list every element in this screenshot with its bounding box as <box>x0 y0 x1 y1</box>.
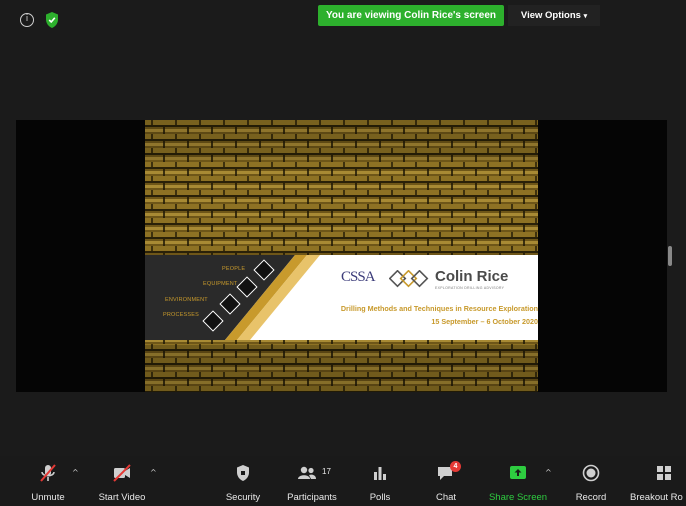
colin-rice-rings-logo <box>389 270 429 288</box>
chat-label: Chat <box>435 492 457 503</box>
pillar-environment: ENVIRONMENT <box>165 297 208 303</box>
security-button[interactable]: Security <box>218 456 268 506</box>
meeting-info-icon[interactable]: i <box>20 13 34 27</box>
start-video-button[interactable]: Start Video <box>92 456 152 506</box>
colin-rice-logo-name: Colin Rice <box>435 268 509 285</box>
course-dates: 15 September – 6 October 2020 <box>431 317 538 326</box>
pillar-people: PEOPLE <box>222 266 246 272</box>
security-label: Security <box>225 492 261 503</box>
muted-microphone-icon <box>40 464 56 482</box>
zoom-meeting-window: i You are viewing Colin Rice's screen Vi… <box>0 0 686 506</box>
record-icon <box>582 464 600 482</box>
start-video-label: Start Video <box>98 492 146 503</box>
unmute-button[interactable]: Unmute <box>20 456 76 506</box>
chat-button[interactable]: 4 Chat <box>426 456 466 506</box>
meeting-toolbar: Unmute ^ Start Video ^ Security 17 Parti… <box>0 456 686 506</box>
cssa-logo: CSSA <box>341 269 376 285</box>
record-button[interactable]: Record <box>570 456 612 506</box>
share-screen-button[interactable]: Share Screen <box>486 456 550 506</box>
pillar-processes: PROCESSES <box>163 312 200 318</box>
course-title: Drilling Methods and Techniques in Resou… <box>340 304 538 313</box>
participants-button[interactable]: 17 Participants <box>282 456 342 506</box>
colin-rice-logo-subtitle: EXPLORATION DRILLING ADVISORY <box>435 286 505 290</box>
share-options-caret-icon[interactable]: ^ <box>545 468 552 477</box>
viewing-screen-banner: You are viewing Colin Rice's screen <box>318 5 504 26</box>
participants-count: 17 <box>322 467 331 476</box>
breakout-rooms-button[interactable]: Breakout Ro <box>628 456 686 506</box>
polls-bar-chart-icon <box>374 467 386 480</box>
audio-options-caret-icon[interactable]: ^ <box>72 468 79 477</box>
breakout-rooms-label: Breakout Ro <box>630 492 683 503</box>
polls-button[interactable]: Polls <box>360 456 400 506</box>
resize-handle[interactable] <box>668 246 672 266</box>
chat-unread-badge: 4 <box>450 461 461 472</box>
security-shield-icon <box>237 465 249 481</box>
view-options-label: View Options <box>520 10 581 21</box>
encryption-shield-icon[interactable] <box>44 11 60 29</box>
chevron-down-icon: ▾ <box>583 13 588 20</box>
view-options-button[interactable]: View Options ▾ <box>508 5 600 26</box>
share-screen-icon <box>510 466 526 479</box>
presentation-slide: PEOPLE EQUIPMENT ENVIRONMENT PROCESSES C… <box>145 120 538 392</box>
participants-label: Participants <box>287 492 337 503</box>
pillar-equipment: EQUIPMENT <box>203 281 238 287</box>
unmute-label: Unmute <box>31 492 65 503</box>
polls-label: Polls <box>369 492 391 503</box>
video-off-icon <box>113 464 131 482</box>
share-screen-label: Share Screen <box>488 492 548 503</box>
pillar-graphic <box>145 255 320 340</box>
video-options-caret-icon[interactable]: ^ <box>150 468 157 477</box>
breakout-rooms-grid-icon <box>657 466 671 480</box>
participants-icon <box>298 466 317 479</box>
record-label: Record <box>575 492 607 503</box>
